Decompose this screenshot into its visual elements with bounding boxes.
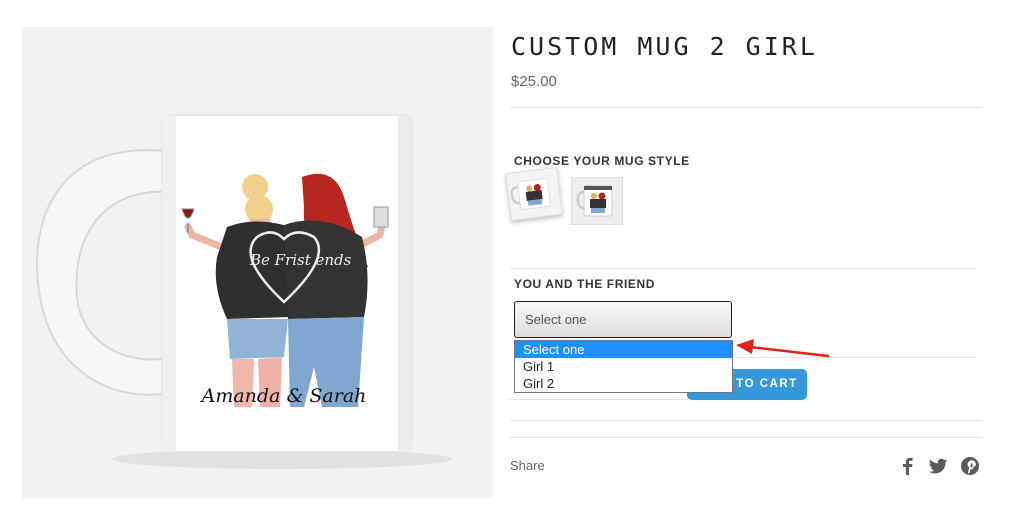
- pinterest-icon[interactable]: [960, 456, 980, 476]
- friend-select[interactable]: Select one: [514, 301, 732, 338]
- dropdown-option-select-one[interactable]: Select one: [515, 341, 732, 358]
- jacket-left-text: Be Fri: [249, 251, 297, 269]
- mug-style-thumbnail-1[interactable]: [505, 167, 563, 221]
- friend-dropdown-list[interactable]: Select one Girl 1 Girl 2: [514, 340, 733, 393]
- mug-thumbnail-icon: [510, 178, 551, 210]
- mug-style-label: CHOOSE YOUR MUG STYLE: [514, 154, 690, 168]
- divider: [510, 268, 977, 269]
- divider: [510, 420, 982, 421]
- divider: [510, 107, 982, 108]
- facebook-icon[interactable]: [898, 456, 918, 476]
- product-price: $25.00: [511, 73, 557, 90]
- mug-thumbnail-icon: [576, 185, 613, 217]
- dropdown-option-girl-2[interactable]: Girl 2: [515, 375, 732, 392]
- twitter-icon[interactable]: [928, 456, 948, 476]
- dropdown-option-girl-1[interactable]: Girl 1: [515, 358, 732, 375]
- jacket-right-text: st ends: [297, 251, 352, 269]
- divider: [510, 437, 982, 438]
- mug-illustration: Be Fri st ends Amanda & Sarah: [36, 114, 452, 469]
- mug-style-thumbnail-2[interactable]: [571, 177, 623, 225]
- friend-label: YOU AND THE FRIEND: [514, 277, 656, 291]
- mug-caption: Amanda & Sarah: [200, 385, 367, 407]
- share-label: Share: [510, 458, 545, 473]
- add-to-cart-label: TO CART: [736, 378, 798, 390]
- annotation-arrow: [736, 339, 830, 358]
- product-image[interactable]: Be Fri st ends Amanda & Sarah: [22, 27, 493, 498]
- product-title: CUSTOM MUG 2 GIRL: [511, 32, 818, 61]
